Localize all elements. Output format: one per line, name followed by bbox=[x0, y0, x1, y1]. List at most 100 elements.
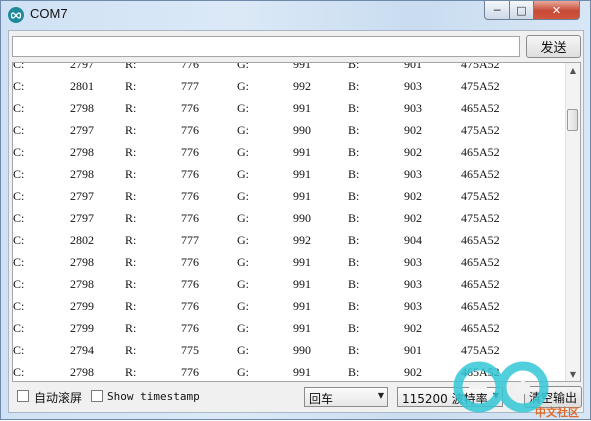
serial-cell: R: bbox=[125, 167, 137, 181]
serial-cell: 991 bbox=[293, 189, 311, 203]
serial-cell: 777 bbox=[181, 233, 199, 247]
serial-cell: 903 bbox=[404, 101, 422, 115]
serial-cell: B: bbox=[348, 79, 360, 93]
serial-cell: R: bbox=[125, 233, 137, 247]
baud-rate-value: 115200 波特率 bbox=[402, 392, 488, 406]
serial-cell: B: bbox=[348, 343, 360, 357]
serial-cell: 2799 bbox=[70, 299, 94, 313]
baud-rate-select[interactable]: 115200 波特率 ▼ bbox=[397, 387, 503, 407]
send-input[interactable] bbox=[12, 36, 520, 57]
serial-cell: 776 bbox=[181, 255, 199, 269]
serial-line: C: 2799 R: 776 G: 991 B: 903 465A52 bbox=[13, 295, 568, 317]
serial-cell: C: bbox=[13, 145, 25, 159]
serial-cell: 2801 bbox=[70, 79, 94, 93]
serial-cell: B: bbox=[348, 233, 360, 247]
serial-cell: 475A52 bbox=[461, 211, 500, 225]
serial-cell: 990 bbox=[293, 343, 311, 357]
serial-cell: C: bbox=[13, 299, 25, 313]
serial-cell: R: bbox=[125, 365, 137, 379]
serial-cell: G: bbox=[237, 79, 249, 93]
autoscroll-label[interactable]: 自动滚屏 bbox=[34, 389, 82, 406]
serial-cell: B: bbox=[348, 123, 360, 137]
line-ending-select[interactable]: 回车 ▼ bbox=[304, 387, 388, 407]
serial-cell: 2797 bbox=[70, 189, 94, 203]
serial-cell: G: bbox=[237, 255, 249, 269]
serial-cell: B: bbox=[348, 101, 360, 115]
serial-cell: 903 bbox=[404, 277, 422, 291]
serial-cell: R: bbox=[125, 123, 137, 137]
serial-cell: 992 bbox=[293, 233, 311, 247]
serial-cell: G: bbox=[237, 343, 249, 357]
serial-cell: C: bbox=[13, 321, 25, 335]
serial-cell: 465A52 bbox=[461, 299, 500, 313]
serial-cell: R: bbox=[125, 79, 137, 93]
serial-cell: G: bbox=[237, 211, 249, 225]
serial-cell: 991 bbox=[293, 299, 311, 313]
serial-cell: 2794 bbox=[70, 343, 94, 357]
serial-line: C: 2798 R: 776 G: 991 B: 903 465A52 bbox=[13, 163, 568, 185]
close-button[interactable]: ✕ bbox=[533, 1, 580, 20]
serial-line: C: 2797 R: 776 G: 991 B: 902 475A52 bbox=[13, 185, 568, 207]
serial-line: C: 2801 R: 777 G: 992 B: 903 475A52 bbox=[13, 75, 568, 97]
serial-cell: 475A52 bbox=[461, 123, 500, 137]
serial-cell: C: bbox=[13, 79, 25, 93]
serial-cell: 475A52 bbox=[461, 343, 500, 357]
vertical-scrollbar[interactable]: ▲ ▼ bbox=[565, 63, 580, 381]
serial-cell: B: bbox=[348, 255, 360, 269]
scroll-up-arrow-icon[interactable]: ▲ bbox=[566, 63, 580, 77]
serial-line: C: 2799 R: 776 G: 991 B: 902 465A52 bbox=[13, 317, 568, 339]
serial-cell: 991 bbox=[293, 255, 311, 269]
serial-cell: 776 bbox=[181, 211, 199, 225]
serial-cell: G: bbox=[237, 167, 249, 181]
serial-cell: 465A52 bbox=[461, 233, 500, 247]
title-bar[interactable]: COM7 ─ □ ✕ bbox=[1, 1, 590, 29]
timestamp-label[interactable]: Show timestamp bbox=[107, 390, 200, 403]
timestamp-checkbox[interactable] bbox=[91, 390, 103, 402]
serial-cell: R: bbox=[125, 321, 137, 335]
serial-cell: B: bbox=[348, 62, 360, 71]
window-title: COM7 bbox=[30, 6, 68, 21]
serial-cell: 2798 bbox=[70, 167, 94, 181]
serial-cell: G: bbox=[237, 233, 249, 247]
serial-cell: 465A52 bbox=[461, 321, 500, 335]
serial-cell: 777 bbox=[181, 79, 199, 93]
autoscroll-checkbox[interactable] bbox=[17, 390, 29, 402]
serial-cell: 465A52 bbox=[461, 145, 500, 159]
serial-cell: B: bbox=[348, 277, 360, 291]
serial-line: C: 2798 R: 776 G: 991 B: 903 465A52 bbox=[13, 251, 568, 273]
serial-cell: 904 bbox=[404, 233, 422, 247]
serial-cell: R: bbox=[125, 101, 137, 115]
chevron-down-icon: ▼ bbox=[492, 391, 499, 400]
serial-cell: R: bbox=[125, 343, 137, 357]
scroll-thumb[interactable] bbox=[567, 109, 578, 131]
serial-cell: 991 bbox=[293, 321, 311, 335]
serial-cell: 2798 bbox=[70, 365, 94, 379]
serial-cell: B: bbox=[348, 365, 360, 379]
serial-cell: 2799 bbox=[70, 321, 94, 335]
serial-monitor-window: COM7 ─ □ ✕ 发送 C: 2797 R: 776 G: 991 B: 901 475A5… bbox=[0, 0, 591, 420]
serial-line: C: 2797 R: 776 G: 990 B: 902 475A52 bbox=[13, 207, 568, 229]
serial-output[interactable]: C: 2797 R: 776 G: 991 B: 901 475A52 C: 2801 R: 777 G:… bbox=[12, 62, 581, 382]
serial-line: C: 2798 R: 776 G: 991 B: 902 465A52 bbox=[13, 361, 568, 381]
serial-cell: 776 bbox=[181, 189, 199, 203]
maximize-button[interactable]: □ bbox=[509, 1, 534, 20]
serial-output-rows: C: 2797 R: 776 G: 991 B: 901 475A52 C: 2801 R: 777 G:… bbox=[13, 62, 568, 381]
clear-output-button[interactable]: 清空输出 bbox=[524, 386, 582, 408]
serial-cell: C: bbox=[13, 101, 25, 115]
serial-cell: 2798 bbox=[70, 101, 94, 115]
serial-cell: 2798 bbox=[70, 277, 94, 291]
serial-cell: 990 bbox=[293, 123, 311, 137]
minimize-button[interactable]: ─ bbox=[484, 1, 510, 20]
serial-cell: G: bbox=[237, 277, 249, 291]
serial-cell: C: bbox=[13, 255, 25, 269]
scroll-down-arrow-icon[interactable]: ▼ bbox=[566, 367, 580, 381]
serial-cell: 776 bbox=[181, 123, 199, 137]
send-button[interactable]: 发送 bbox=[526, 35, 581, 58]
serial-cell: B: bbox=[348, 145, 360, 159]
serial-cell: 776 bbox=[181, 167, 199, 181]
serial-cell: B: bbox=[348, 211, 360, 225]
serial-cell: C: bbox=[13, 343, 25, 357]
serial-cell: C: bbox=[13, 189, 25, 203]
serial-line: C: 2798 R: 776 G: 991 B: 903 465A52 bbox=[13, 97, 568, 119]
serial-cell: R: bbox=[125, 255, 137, 269]
